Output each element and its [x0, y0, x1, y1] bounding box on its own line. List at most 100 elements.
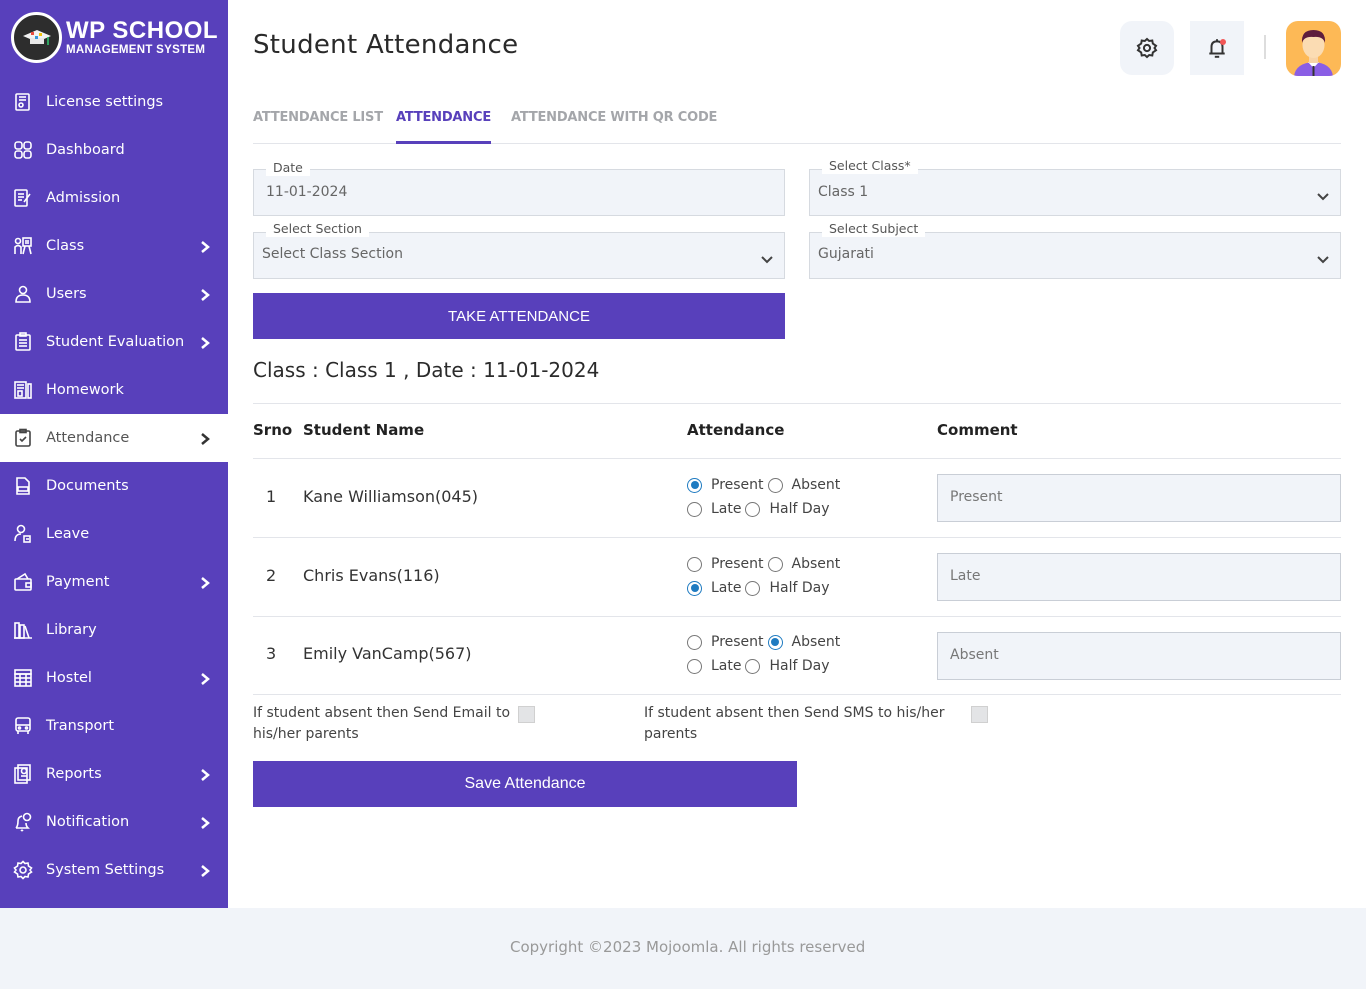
- homework-icon: [12, 379, 34, 401]
- sidebar-item-admission[interactable]: Admission: [0, 174, 228, 222]
- attendance-radio-group: Present Absent Late Half Day: [687, 552, 887, 600]
- date-value: 11-01-2024: [266, 184, 348, 200]
- row-student-name: Chris Evans(116): [303, 566, 440, 585]
- settings-button[interactable]: [1120, 21, 1174, 75]
- tab-attendance-qr-code[interactable]: ATTENDANCE WITH QR CODE: [511, 110, 717, 144]
- sidebar-item-label: Admission: [46, 190, 121, 206]
- radio-late[interactable]: [687, 580, 702, 596]
- sidebar-item-system-settings[interactable]: System Settings: [0, 846, 228, 894]
- radio-label-half-day: Half Day: [769, 501, 830, 517]
- sidebar-item-label: Library: [46, 622, 97, 638]
- tab-attendance-list[interactable]: ATTENDANCE LIST: [253, 110, 383, 144]
- sidebar-item-label: Documents: [46, 478, 129, 494]
- radio-present[interactable]: [687, 477, 702, 493]
- gear-icon: [12, 859, 34, 881]
- logo[interactable]: WP SCHOOL MANAGEMENT SYSTEM: [11, 12, 218, 63]
- radio-absent[interactable]: [767, 556, 783, 572]
- radio-label-absent: Absent: [791, 477, 841, 493]
- sidebar-item-label: Dashboard: [46, 142, 125, 158]
- subject-select-label: Select Subject: [822, 221, 926, 237]
- sidebar-item-notification[interactable]: Notification: [0, 798, 228, 846]
- tab-bar: ATTENDANCE LIST ATTENDANCE ATTENDANCE WI…: [253, 110, 1341, 144]
- license-icon: [12, 91, 34, 113]
- sidebar-item-dashboard[interactable]: Dashboard: [0, 126, 228, 174]
- radio-label-present: Present: [711, 556, 764, 572]
- sidebar-item-hostel[interactable]: Hostel: [0, 654, 228, 702]
- attendance-icon: [12, 427, 34, 449]
- sidebar-item-leave[interactable]: Leave: [0, 510, 228, 558]
- evaluation-icon: [12, 331, 34, 353]
- sidebar-item-documents[interactable]: Documents: [0, 462, 228, 510]
- date-field[interactable]: Date 11-01-2024: [253, 160, 785, 216]
- brand-title: WP SCHOOL: [66, 16, 219, 44]
- section-select[interactable]: Select Section Select Class Section: [253, 221, 785, 279]
- gear-icon: [1136, 37, 1158, 59]
- tab-attendance[interactable]: ATTENDANCE: [396, 110, 491, 144]
- sidebar-item-label: Transport: [46, 718, 115, 734]
- section-select-value: Select Class Section: [262, 246, 403, 262]
- notifications-button[interactable]: [1190, 21, 1244, 75]
- sidebar-item-class[interactable]: Class: [0, 222, 228, 270]
- header-attendance: Attendance: [687, 421, 785, 439]
- radio-label-late: Late: [711, 580, 742, 596]
- sidebar-item-library[interactable]: Library: [0, 606, 228, 654]
- email-notify-label: If student absent then Send Email to his…: [253, 705, 511, 742]
- dashboard-icon: [12, 139, 34, 161]
- sidebar-item-payment[interactable]: Payment: [0, 558, 228, 606]
- radio-absent[interactable]: [767, 477, 783, 493]
- sidebar-item-label: Leave: [46, 526, 90, 542]
- radio-late[interactable]: [687, 501, 702, 517]
- copyright-text: Copyright ©2023 Mojoomla. All rights res…: [510, 938, 866, 956]
- graduation-cap-logo-icon: [11, 12, 62, 63]
- sidebar-item-label: Payment: [46, 574, 110, 590]
- radio-absent[interactable]: [767, 634, 783, 650]
- sidebar-item-homework[interactable]: Homework: [0, 366, 228, 414]
- radio-label-present: Present: [711, 634, 764, 650]
- user-avatar[interactable]: [1286, 21, 1341, 76]
- sidebar-item-student-evaluation[interactable]: Student Evaluation: [0, 318, 228, 366]
- chevron-down-icon: [760, 250, 774, 264]
- comment-input[interactable]: Present: [937, 474, 1341, 522]
- sidebar-item-license-settings[interactable]: License settings: [0, 78, 228, 126]
- save-attendance-button[interactable]: Save Attendance: [253, 761, 797, 807]
- notification-badge-dot: [1220, 39, 1226, 45]
- sidebar-item-transport[interactable]: Transport: [0, 702, 228, 750]
- class-select[interactable]: Select Class* Class 1: [809, 158, 1341, 216]
- sidebar-item-attendance[interactable]: Attendance: [0, 414, 228, 462]
- comment-input[interactable]: Late: [937, 553, 1341, 601]
- sidebar-item-users[interactable]: Users: [0, 270, 228, 318]
- attendance-radio-group: Present Absent Late Half Day: [687, 473, 887, 521]
- sidebar-item-label: Reports: [46, 766, 102, 782]
- chevron-right-icon: [200, 815, 210, 829]
- radio-present[interactable]: [687, 634, 702, 650]
- radio-half-day[interactable]: [745, 580, 761, 596]
- chevron-right-icon: [200, 863, 210, 877]
- section-select-label: Select Section: [266, 221, 369, 237]
- table-divider: [253, 403, 1341, 404]
- chevron-down-icon: [1316, 250, 1330, 264]
- class-select-label: Select Class*: [822, 158, 918, 174]
- chevron-right-icon: [200, 239, 210, 253]
- attendance-radio-group: Present Absent Late Half Day: [687, 630, 887, 678]
- header-srno: Srno: [253, 421, 293, 439]
- sidebar-item-reports[interactable]: Reports: [0, 750, 228, 798]
- brand-subtitle: MANAGEMENT SYSTEM: [66, 43, 206, 56]
- email-notify-checkbox[interactable]: [518, 706, 535, 723]
- chevron-right-icon: [200, 767, 210, 781]
- radio-late[interactable]: [687, 658, 702, 674]
- comment-input[interactable]: Absent: [937, 632, 1341, 680]
- notification-icon: [12, 811, 34, 833]
- radio-half-day[interactable]: [745, 501, 761, 517]
- subject-select[interactable]: Select Subject Gujarati: [809, 221, 1341, 279]
- bus-icon: [12, 715, 34, 737]
- sms-notify-checkbox[interactable]: [971, 706, 988, 723]
- subject-select-value: Gujarati: [818, 246, 874, 262]
- row-srno: 2: [266, 566, 277, 585]
- chevron-right-icon: [200, 431, 210, 445]
- sidebar-item-label: Hostel: [46, 670, 92, 686]
- radio-half-day[interactable]: [745, 658, 761, 674]
- radio-present[interactable]: [687, 556, 702, 572]
- radio-label-present: Present: [711, 477, 764, 493]
- row-srno: 1: [266, 487, 277, 506]
- take-attendance-button[interactable]: TAKE ATTENDANCE: [253, 293, 785, 339]
